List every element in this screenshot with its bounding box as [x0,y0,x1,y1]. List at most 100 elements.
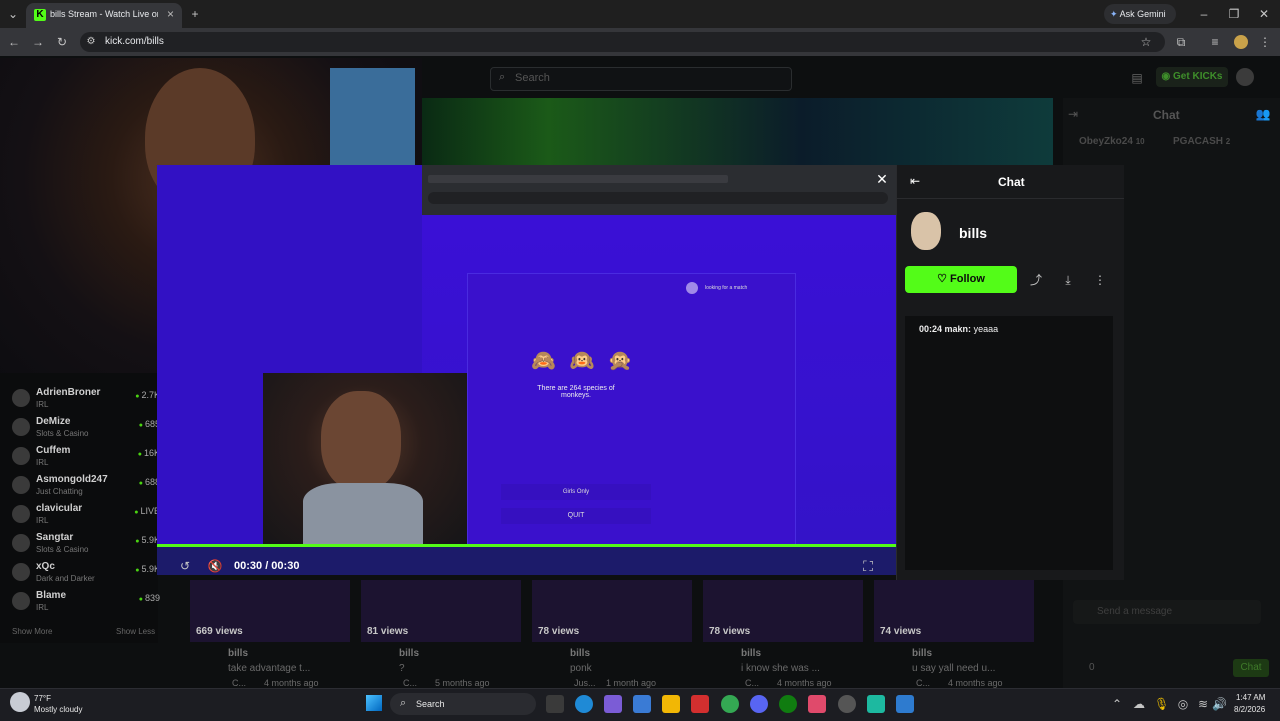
follow-button[interactable]: ♡ Follow [905,266,1017,293]
clip-thumbnail[interactable]: 78 views [703,580,863,642]
clip-age: 5 months ago [435,678,490,688]
replay-icon[interactable]: ↺ [176,556,194,576]
chat-header: Chat [1153,108,1180,122]
copilot-icon[interactable] [604,695,622,713]
file-explorer-icon[interactable] [662,695,680,713]
follow-label: Follow [950,273,985,285]
streamer-name[interactable]: bills [959,225,987,241]
quit-button[interactable]: QUIT [501,508,651,524]
send-message-input[interactable]: Send a message [1073,600,1261,624]
clip-title[interactable]: ? [399,663,405,674]
sidebar-channel[interactable]: CuffemIRL16K [10,443,160,471]
clip-title[interactable]: u say yall need u... [912,663,995,674]
browse-icon[interactable]: ▤ [1128,68,1146,88]
sidebar-channel[interactable]: AdrienBronerIRL2.7K [10,385,160,413]
clip-channel[interactable]: bills [228,648,248,659]
share-icon[interactable]: ⤴ [1028,270,1044,290]
quit-label: QUIT [567,512,585,519]
network-icon[interactable]: ◎ [1176,694,1190,714]
get-kicks-button[interactable]: ◉ Get KICKs [1156,67,1228,87]
collapse-popup-chat-icon[interactable]: ⇤ [907,171,923,191]
reload-icon[interactable]: ↻ [54,32,70,52]
show-more-link[interactable]: Show More [12,627,52,636]
message-text: yeaaa [973,324,999,334]
app-circle-icon[interactable] [838,695,856,713]
tab-search-icon[interactable]: ⌄ [4,4,22,24]
volume-icon[interactable]: 🔊 [1212,694,1227,714]
task-view-icon[interactable] [546,695,564,713]
download-icon[interactable]: ⤓ [1060,270,1076,290]
clip-thumbnail[interactable]: 669 views [190,580,350,642]
tab-close-icon[interactable]: × [167,7,174,21]
wifi-icon[interactable]: ≋ [1196,694,1210,714]
chat-send-button[interactable]: Chat [1233,659,1269,677]
clip-channel[interactable]: bills [570,648,590,659]
sidebar-channel[interactable]: Blame IRL 839 [10,588,160,616]
weather-icon[interactable] [10,692,30,712]
sidebar-channel[interactable]: clavicularIRLLIVE [10,501,160,529]
playback-progress-bar[interactable] [157,544,896,547]
following-sidebar: AdrienBronerIRL2.7K DeMizeSlots & Casino… [0,373,160,643]
sidebar-channel[interactable]: Asmongold247Just Chatting688 [10,472,160,500]
show-less-link[interactable]: Show Less [116,627,155,636]
site-info-icon[interactable]: ⚙ [84,32,98,52]
microphone-icon[interactable]: 🎙 [1154,694,1169,714]
new-tab-button[interactable]: + [186,4,204,24]
sidebar-channel[interactable]: SangtarSlots & Casino5.9K [10,530,160,558]
ask-gemini-button[interactable]: ✦ Ask Gemini [1104,4,1176,24]
channel-avatar [12,534,30,552]
media-icon[interactable]: ≡ [1206,32,1224,52]
gifter-name: ObeyZko24 [1079,136,1133,147]
tray-app-icon[interactable]: ☁ [1132,694,1146,714]
chrome-icon[interactable] [721,695,739,713]
clip-channel[interactable]: bills [399,648,419,659]
app-l-icon[interactable] [691,695,709,713]
browser-menu-icon[interactable]: ⋮ [1258,32,1272,52]
minimize-icon[interactable]: – [1196,4,1212,24]
streamer-avatar[interactable] [911,212,941,250]
clip-channel[interactable]: bills [912,648,932,659]
sidebar-channel[interactable]: DeMizeSlots & Casino685 [10,414,160,442]
address-bar[interactable]: ⚙ kick.com/bills ☆ [80,32,1165,52]
taskbar-search[interactable]: ⌕ Search [390,693,536,715]
clip-thumbnail[interactable]: 81 views [361,580,521,642]
app-teal-icon[interactable] [867,695,885,713]
window-close-icon[interactable]: ✕ [1256,4,1272,24]
active-tab[interactable]: K bills Stream - Watch Live on Kick × [26,3,182,28]
close-player-icon[interactable]: ✕ [874,169,890,189]
chat-users-icon[interactable]: 👥 [1255,104,1271,124]
windows-start-icon[interactable] [366,695,382,711]
channel-avatar [12,389,30,407]
girls-only-toggle[interactable]: Girls Only [501,484,651,500]
channel-avatar [12,505,30,523]
user-avatar[interactable] [1236,68,1254,86]
forward-icon[interactable]: → [30,32,46,52]
clip-title[interactable]: i know she was ... [741,663,820,674]
extensions-icon[interactable]: ⧉ [1172,32,1190,52]
collapse-chat-icon[interactable]: ⇥ [1065,104,1081,124]
back-icon[interactable]: ← [6,32,22,52]
app-icon[interactable] [633,695,651,713]
fullscreen-icon[interactable]: ⛶ [859,556,877,576]
clip-title[interactable]: ponk [570,663,592,674]
profile-avatar[interactable] [1234,35,1248,49]
clip-channel[interactable]: bills [741,648,761,659]
more-options-icon[interactable]: ⋮ [1092,270,1108,290]
tray-chevron-icon[interactable]: ⌃ [1110,694,1124,714]
xbox-icon[interactable] [779,695,797,713]
clip-title[interactable]: take advantage t... [228,663,310,674]
edge-icon[interactable] [575,695,593,713]
sidebar-channel[interactable]: xQcDark and Darker5.9K [10,559,160,587]
clip-thumbnail[interactable]: 78 views [532,580,692,642]
obs-icon[interactable] [808,695,826,713]
bookmark-star-icon[interactable]: ☆ [1138,32,1154,52]
channel-category: Dark and Darker [36,574,95,583]
maximize-icon[interactable]: ❐ [1226,4,1242,24]
clip-thumbnail[interactable]: 74 views [874,580,1034,642]
app-blue-icon[interactable] [896,695,914,713]
clip-views: 74 views [880,626,922,637]
mute-icon[interactable]: 🔇 [206,556,224,576]
site-search-input[interactable]: ⌕ Search [490,67,792,91]
discord-icon[interactable] [750,695,768,713]
match-avatar [686,282,698,294]
